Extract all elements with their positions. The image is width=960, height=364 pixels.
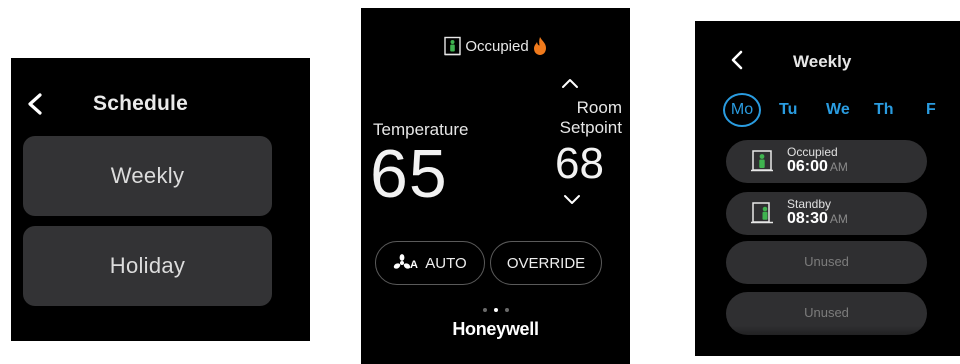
standby-icon (751, 202, 773, 224)
scroll-fade (695, 326, 960, 356)
back-arrow-icon[interactable] (729, 50, 745, 70)
slot-unused-label: Unused (804, 254, 849, 269)
day-selector: Mo Tu We Th F (723, 93, 960, 127)
slot-label: Occupied (787, 145, 838, 159)
setpoint-label-room: Room (576, 98, 622, 117)
holiday-button[interactable]: Holiday (23, 226, 272, 306)
slot-unused-label: Unused (804, 305, 849, 320)
page-dot (504, 308, 509, 312)
day-fr[interactable]: F (926, 101, 936, 119)
occupancy-status-label: Occupied (465, 37, 529, 55)
schedule-slot-standby[interactable]: Standby 08:30 AM (726, 192, 927, 235)
setpoint-value[interactable]: 68 (555, 138, 604, 190)
setpoint-up-icon[interactable] (560, 77, 580, 89)
day-mo[interactable]: Mo (723, 93, 761, 127)
brand-logo: Honeywell (452, 319, 539, 339)
override-label: OVERRIDE (506, 254, 586, 272)
day-tu[interactable]: Tu (779, 101, 797, 119)
occupancy-status: Occupied (361, 36, 630, 56)
flame-icon (533, 37, 546, 55)
override-button[interactable]: OVERRIDE (490, 241, 602, 285)
slot-time: 06:00 AM (787, 158, 848, 175)
home-screen: Occupied Temperature 65 Room Setpoint 68… (361, 8, 630, 364)
slot-time: 08:30 AM (787, 210, 848, 227)
fan-icon: A (394, 254, 418, 271)
schedule-slot-occupied[interactable]: Occupied 06:00 AM (726, 140, 927, 183)
setpoint-label: Setpoint (559, 118, 622, 137)
schedule-screen: Schedule Weekly Holiday (11, 58, 310, 341)
schedule-title: Schedule (93, 92, 188, 115)
page-dot (482, 308, 487, 312)
temperature-value: 65 (370, 136, 448, 212)
schedule-slot-unused[interactable]: Unused (726, 241, 927, 284)
occupied-icon (444, 36, 462, 56)
fan-auto-label: AUTO (425, 254, 467, 272)
page-indicator (361, 308, 630, 312)
fan-auto-button[interactable]: A AUTO (375, 241, 485, 285)
occupied-icon (751, 150, 773, 172)
day-we[interactable]: We (826, 101, 850, 119)
weekly-screen: Weekly Mo Tu We Th F Occupied 06:00 AM St… (695, 21, 960, 356)
slot-label: Standby (787, 197, 832, 211)
page-dot-active (493, 308, 498, 312)
back-arrow-icon[interactable] (25, 92, 47, 116)
day-th[interactable]: Th (874, 101, 894, 119)
svg-text:A: A (410, 259, 418, 271)
weekly-button[interactable]: Weekly (23, 136, 272, 216)
weekly-title: Weekly (793, 52, 852, 71)
setpoint-down-icon[interactable] (562, 194, 582, 206)
